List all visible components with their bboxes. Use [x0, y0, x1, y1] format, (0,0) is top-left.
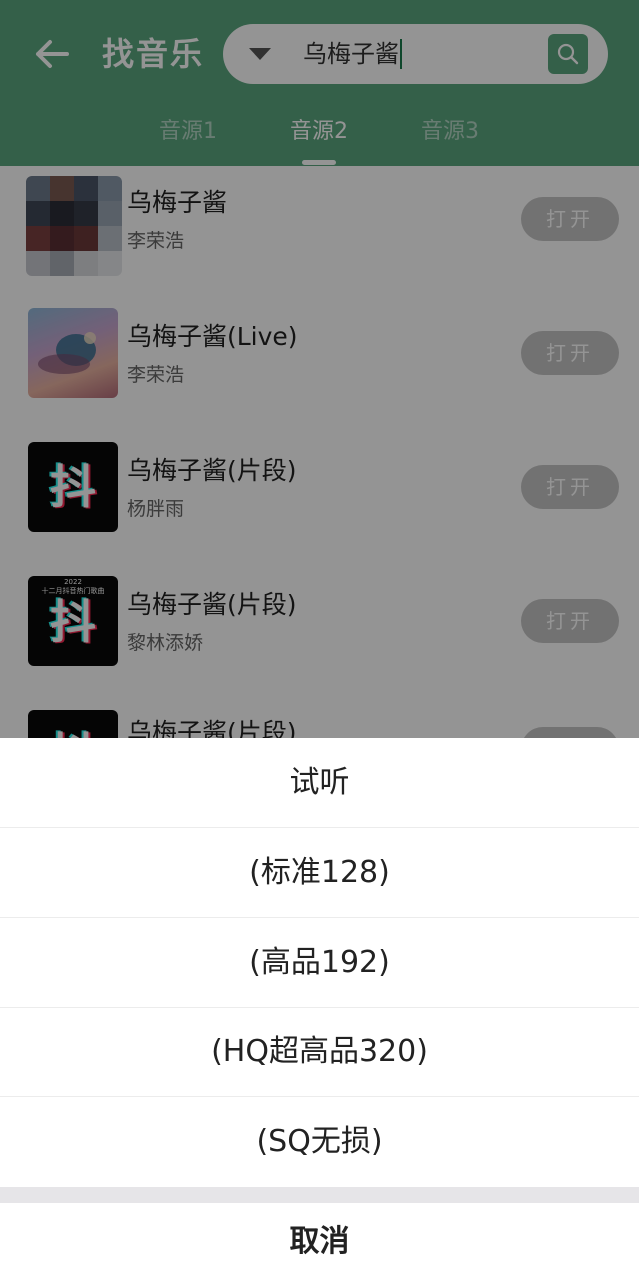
sheet-item-hq-320[interactable]: (HQ超高品320) [0, 1007, 639, 1097]
quality-action-sheet: 试听 (标准128) (高品192) (HQ超高品320) (SQ无损) 取消 [0, 738, 639, 1280]
sheet-divider [0, 1187, 639, 1203]
cancel-button[interactable]: 取消 [0, 1203, 639, 1280]
sheet-item-preview[interactable]: 试听 [0, 738, 639, 828]
sheet-item-standard-128[interactable]: (标准128) [0, 828, 639, 918]
sheet-item-high-192[interactable]: (高品192) [0, 918, 639, 1008]
dim-overlay[interactable] [0, 0, 639, 738]
sheet-item-sq-lossless[interactable]: (SQ无损) [0, 1097, 639, 1187]
